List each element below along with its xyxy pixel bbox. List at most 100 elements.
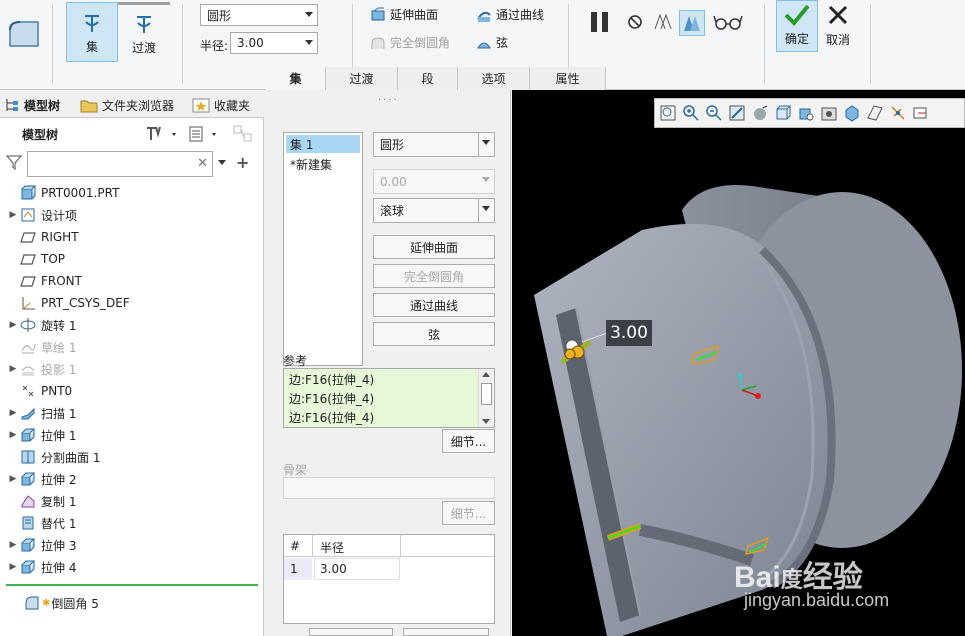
expand-arrow-icon[interactable]: ▶ (6, 364, 20, 374)
tree-item[interactable]: ▶ 拉伸 4 (6, 556, 76, 578)
part-icon (21, 185, 36, 200)
expand-arrow-icon[interactable]: ▶ (6, 408, 20, 418)
refit-icon[interactable] (659, 104, 677, 122)
tab-sets[interactable]: 集 (266, 67, 326, 90)
expand-arrow-icon[interactable]: ▶ (6, 540, 20, 550)
reference-item[interactable]: 边:F16(拉伸_4) (284, 369, 494, 388)
tree-item[interactable]: PRT0001.PRT (6, 182, 119, 204)
tree-item[interactable]: FRONT (6, 270, 82, 292)
shape-dropdown[interactable]: 圆形 (200, 4, 318, 26)
solid-preview-icon[interactable] (679, 10, 705, 36)
tree-item-label: 拉伸 3 (41, 538, 77, 553)
view-manager-icon[interactable] (797, 104, 815, 122)
tree-item[interactable]: ▶ 拉伸 3 (6, 534, 76, 556)
tree-item[interactable]: PRT_CSYS_DEF (6, 292, 130, 314)
panel-through-curve-button[interactable]: 通过曲线 (373, 293, 495, 317)
reference-item[interactable]: 边:F16(拉伸_4) (284, 388, 494, 407)
panel-full-round-button[interactable]: 完全倒圆角 (373, 264, 495, 288)
datum-display-icon[interactable] (866, 104, 884, 122)
separate-preview-icon[interactable] (652, 11, 674, 33)
show-menu-icon[interactable] (188, 124, 222, 144)
filter-icon[interactable] (5, 154, 23, 171)
verify-glasses-icon[interactable] (713, 12, 743, 32)
tab-properties[interactable]: 属性 (530, 67, 606, 90)
panel-value-dropdown[interactable]: 0.00 (373, 169, 495, 194)
skeleton-details-button[interactable]: 细节... (442, 501, 495, 525)
tree-item[interactable]: TOP (6, 248, 65, 270)
repaint-icon[interactable] (728, 104, 746, 122)
skeleton-label: 骨架 (283, 463, 308, 477)
expand-arrow-icon[interactable]: ▶ (6, 430, 20, 440)
set-item-new[interactable]: *新建集 (286, 155, 360, 173)
transition-button[interactable]: 过渡 (118, 2, 170, 62)
project-icon (21, 366, 35, 376)
tab-transitions[interactable]: 过渡 (326, 67, 398, 90)
annotation-display-icon[interactable] (889, 104, 907, 122)
tree-item[interactable]: ▶ 设计项 (6, 204, 77, 226)
tree-item-label: 拉伸 4 (41, 560, 77, 575)
clear-search-icon[interactable]: ✕ (197, 156, 208, 171)
zoom-out-icon[interactable] (705, 104, 723, 122)
expand-arrow-icon[interactable]: ▶ (6, 210, 20, 220)
panel-method-dropdown[interactable]: 滚球 (373, 198, 495, 223)
cancel-button[interactable]: 取消 (818, 0, 858, 52)
references-scrollbar[interactable] (478, 369, 494, 427)
datum-plane-icon (20, 232, 36, 243)
spin-center-icon[interactable] (912, 104, 930, 122)
ok-button[interactable]: 确定 (776, 0, 818, 52)
tree-item-round-5[interactable]: ✱ 倒圆角 5 (24, 592, 99, 614)
sweep-icon (21, 407, 35, 420)
expand-arrow-icon[interactable]: ▶ (6, 562, 20, 572)
expand-arrow-icon[interactable]: ▶ (6, 474, 20, 484)
tree-filter-disabled-icon[interactable] (232, 124, 254, 144)
radius-dimension-label[interactable]: 3.00 (606, 320, 652, 346)
tree-item[interactable]: ▶ 扫描 1 (6, 402, 77, 424)
set-button[interactable]: 集 (66, 2, 118, 62)
graphics-viewport[interactable]: 3.00 Bai度经验 jingyan.baidu.com (512, 90, 965, 636)
search-dropdown-icon[interactable] (218, 160, 226, 165)
tree-settings-icon[interactable] (144, 124, 180, 144)
tree-item[interactable]: 草绘 1 (6, 336, 76, 358)
reference-item[interactable]: 边:F16(拉伸_4) (284, 407, 494, 426)
add-filter-icon[interactable]: + (236, 153, 249, 172)
tree-item[interactable]: ▶ 拉伸 2 (6, 468, 76, 490)
tab-pieces[interactable]: 段 (398, 67, 458, 90)
radius-input[interactable]: 3.00 (230, 32, 318, 54)
skeleton-field[interactable] (283, 477, 495, 499)
tree-item[interactable]: ▶ 旋转 1 (6, 314, 76, 336)
references-list[interactable]: 边:F16(拉伸_4) 边:F16(拉伸_4) 边:F16(拉伸_4) (283, 368, 495, 428)
section-icon[interactable] (843, 104, 861, 122)
tree-item[interactable]: 分割曲面 1 (6, 446, 100, 468)
expand-arrow-icon[interactable]: ▶ (6, 320, 20, 330)
tree-item[interactable]: RIGHT (6, 226, 79, 248)
tree-item[interactable]: ▶ 投影 1 (6, 358, 77, 380)
perspective-icon[interactable] (820, 104, 838, 122)
through-curve-button[interactable]: 通过曲线 (476, 6, 544, 23)
close-icon (828, 5, 848, 25)
tree-search-input[interactable]: ✕ (27, 151, 213, 177)
tab-favorites[interactable]: 收藏夹 (192, 94, 250, 116)
tree-item[interactable]: 复制 1 (6, 490, 76, 512)
saved-orientations-icon[interactable] (774, 104, 792, 122)
tree-item[interactable]: ▶ 拉伸 1 (6, 424, 76, 446)
tab-model-tree[interactable]: 模型树 (4, 94, 60, 116)
panel-chord-button[interactable]: 弦 (373, 322, 495, 346)
panel-extend-surfaces-button[interactable]: 延伸曲面 (373, 235, 495, 259)
tree-item[interactable]: PNT0 (6, 380, 72, 402)
panel-drag-handle[interactable]: .... (378, 92, 399, 103)
table-row[interactable]: 1 3.00 (284, 558, 400, 580)
tab-folder-browser[interactable]: 文件夹浏览器 (80, 94, 174, 116)
extend-surfaces-button[interactable]: 延伸曲面 (370, 6, 438, 23)
panel-shape-dropdown[interactable]: 圆形 (373, 132, 495, 157)
full-round-button[interactable]: 完全倒圆角 (370, 34, 450, 51)
display-style-icon[interactable] (751, 104, 769, 122)
set-item-1[interactable]: 集 1 (286, 135, 360, 153)
no-preview-icon[interactable] (626, 13, 644, 31)
view-toolbar (654, 98, 965, 128)
zoom-in-icon[interactable] (682, 104, 700, 122)
references-details-button[interactable]: 细节... (442, 429, 495, 453)
pause-icon[interactable] (588, 10, 612, 34)
tab-options[interactable]: 选项 (458, 67, 530, 90)
tree-item[interactable]: 替代 1 (6, 512, 76, 534)
chord-button[interactable]: 弦 (476, 34, 508, 51)
